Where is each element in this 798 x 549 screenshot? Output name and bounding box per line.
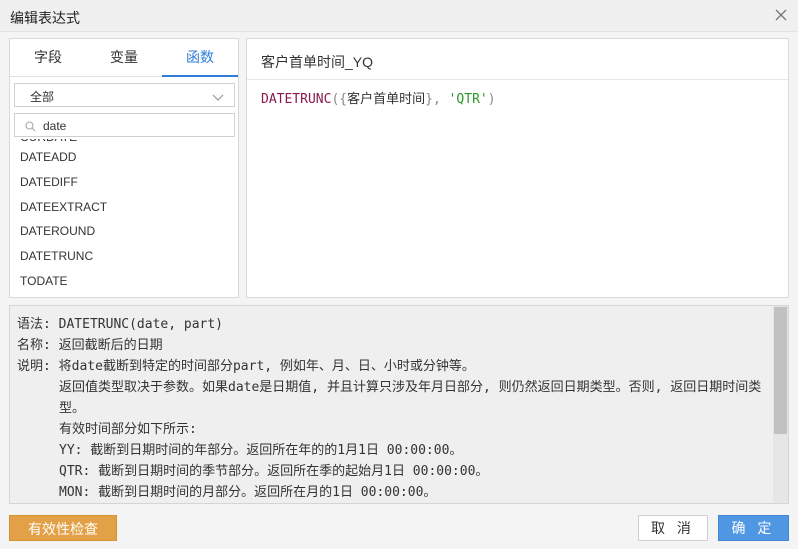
tab-variables[interactable]: 变量 — [86, 39, 162, 77]
search-icon — [25, 120, 36, 135]
expression-function: DATETRUNC — [261, 92, 332, 107]
description-syntax: 语法: DATETRUNC(date, part) — [17, 317, 224, 332]
tab-fields[interactable]: 字段 — [10, 39, 86, 77]
cancel-button[interactable]: 取 消 — [638, 515, 708, 541]
description-scrollbar[interactable] — [773, 306, 788, 503]
list-item-datediff[interactable]: DATEDIFF — [20, 172, 78, 192]
category-select-value: 全部 — [30, 90, 55, 104]
expression-separator: }, — [425, 92, 449, 107]
list-item-dateadd[interactable]: DATEADD — [20, 147, 76, 167]
list-item-partial[interactable]: CURDATE — [20, 139, 77, 147]
scrollbar-thumb[interactable] — [774, 307, 787, 434]
expression-argument: 'QTR' — [448, 92, 488, 107]
description-text: 语法: DATETRUNC(date, part) 名称: 返回截断后的日期 说… — [17, 314, 771, 503]
dialog-title: 编辑表达式 — [10, 10, 80, 26]
list-item-dateround[interactable]: DATEROUND — [20, 221, 95, 241]
description-qtr: QTR: 截断到日期时间的季节部分。返回所在季的起始月1日 00:00:00。 — [59, 464, 489, 479]
expression-open: ({ — [331, 92, 348, 107]
tab-functions[interactable]: 函数 — [162, 39, 238, 77]
function-description: 语法: DATETRUNC(date, part) 名称: 返回截断后的日期 说… — [9, 305, 789, 504]
browser-tabs: 字段 变量 函数 — [10, 39, 238, 77]
expression-close: ) — [487, 92, 496, 107]
function-search[interactable] — [14, 113, 235, 137]
expression-field: 客户首单时间 — [347, 92, 426, 107]
field-name: 客户首单时间_YQ — [261, 54, 374, 70]
list-item-dateextract[interactable]: DATEEXTRACT — [20, 197, 107, 217]
category-select[interactable]: 全部 — [14, 83, 235, 107]
description-mon: MON: 截断到日期时间的月部分。返回所在月的1日 00:00:00。 — [59, 485, 437, 500]
description-valid-parts: 有效时间部分如下所示: — [59, 422, 197, 437]
list-item-datetrunc[interactable]: DATETRUNC — [20, 246, 93, 266]
validity-check-button[interactable]: 有效性检查 — [9, 515, 117, 541]
expression-dialog: 编辑表达式 字段 变量 函数 全部 CURDATE DATEADD DATEDI… — [0, 0, 798, 549]
expression-editor[interactable]: 客户首单时间_YQ DATETRUNC({客户首单时间}, 'QTR') — [246, 38, 789, 298]
function-browser: 字段 变量 函数 全部 CURDATE DATEADD DATEDIFF DAT… — [9, 38, 239, 298]
description-yy: YY: 截断到日期时间的年部分。返回所在年的的1月1日 00:00:00。 — [59, 443, 463, 458]
chevron-down-icon — [212, 90, 224, 105]
description-explain: 说明: 将date截断到特定的时间部分part, 例如年、月、日、小时或分钟等。 — [17, 359, 475, 374]
expression-code[interactable]: DATETRUNC({客户首单时间}, 'QTR') — [261, 88, 496, 107]
dialog-titlebar: 编辑表达式 — [0, 0, 798, 32]
search-input[interactable] — [43, 117, 228, 134]
ok-button[interactable]: 确 定 — [718, 515, 789, 541]
field-name-header: 客户首单时间_YQ — [247, 39, 788, 80]
description-name: 名称: 返回截断后的日期 — [17, 338, 163, 353]
function-list: CURDATE DATEADD DATEDIFF DATEEXTRACT DAT… — [10, 139, 238, 297]
description-return-type: 返回值类型取决于参数。如果date是日期值, 并且计算只涉及年月日部分, 则仍然… — [59, 380, 762, 416]
list-item-todate[interactable]: TODATE — [20, 271, 68, 291]
close-icon[interactable] — [774, 8, 788, 22]
